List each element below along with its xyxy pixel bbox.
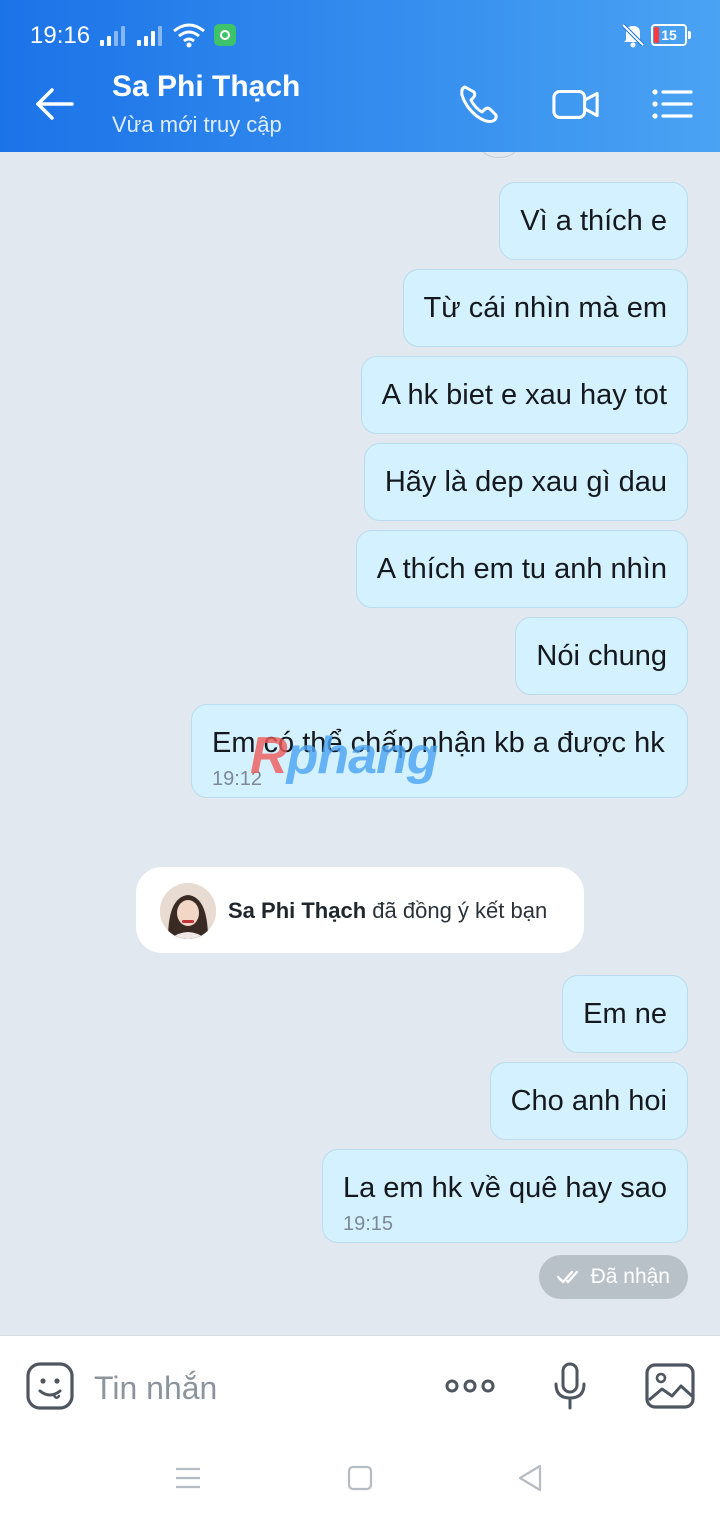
back-arrow-icon[interactable] <box>28 80 80 128</box>
message-bubble[interactable]: Hãy là dep xau gì dau <box>363 443 688 521</box>
scroll-indicator <box>480 152 518 158</box>
message-bubble[interactable]: A hk biet e xau hay tot <box>360 356 688 434</box>
message-text: Nói chung <box>536 640 667 672</box>
message-text: A thích em tu anh nhìn <box>376 553 667 585</box>
message-text: Từ cái nhìn mà em <box>423 292 667 324</box>
notice-text: Sa Phi Thạch đã đồng ý kết bạn <box>228 898 547 924</box>
delivery-status-text: Đã nhận <box>590 1265 670 1288</box>
watermark-logo: Rphang <box>250 727 439 785</box>
status-bar: 19:16 15 <box>0 0 720 56</box>
back-icon[interactable] <box>514 1463 546 1493</box>
image-gallery-icon[interactable] <box>644 1362 696 1410</box>
system-nav-bar <box>0 1435 720 1520</box>
avatar[interactable] <box>160 883 216 939</box>
bell-muted-icon <box>621 23 645 48</box>
chat-header: Sa Phi Thạch Vừa mới truy cập <box>0 56 720 152</box>
video-call-icon[interactable] <box>552 82 600 126</box>
message-list[interactable]: Vì a thích e Từ cái nhìn mà em A hk biet… <box>0 152 720 1335</box>
microphone-icon[interactable] <box>544 1362 596 1410</box>
recent-apps-icon[interactable] <box>172 1463 204 1493</box>
battery-icon: 15 <box>651 24 691 46</box>
message-text: La em hk về quê hay sao <box>342 1172 667 1204</box>
message-bubble[interactable]: Nói chung <box>515 617 688 695</box>
message-bubble[interactable]: A thích em tu anh nhìn <box>355 530 688 608</box>
more-dots-icon[interactable] <box>444 1362 496 1410</box>
message-composer <box>0 1335 720 1435</box>
message-text: A hk biet e xau hay tot <box>381 379 667 411</box>
wifi-icon <box>173 23 205 48</box>
delivery-status-badge: Đã nhận <box>538 1255 688 1299</box>
friend-accepted-notice: Sa Phi Thạch đã đồng ý kết bạn <box>136 867 584 953</box>
emoji-icon[interactable] <box>26 1362 74 1410</box>
message-bubble[interactable]: Cho anh hoi <box>489 1062 688 1140</box>
message-text: Em ne <box>583 998 667 1030</box>
menu-list-icon[interactable] <box>648 82 696 126</box>
contact-name[interactable]: Sa Phi Thạch <box>112 70 300 104</box>
status-time: 19:16 <box>30 22 91 49</box>
notice-name: Sa Phi Thạch <box>228 898 367 923</box>
message-text: Vì a thích e <box>520 205 667 237</box>
home-icon[interactable] <box>344 1463 376 1493</box>
signal-icon-2 <box>137 24 162 46</box>
app-notification-icon <box>214 24 236 46</box>
phone-call-icon[interactable] <box>456 82 504 126</box>
message-bubble[interactable]: Từ cái nhìn mà em <box>402 269 688 347</box>
double-check-icon <box>556 1270 578 1284</box>
message-timestamp: 19:15 <box>342 1213 394 1235</box>
message-bubble[interactable]: La em hk về quê hay sao 19:15 <box>321 1149 688 1243</box>
message-input[interactable] <box>92 1362 416 1414</box>
message-bubble[interactable]: Vì a thích e <box>499 182 688 260</box>
notice-message: đã đồng ý kết bạn <box>372 898 548 923</box>
last-seen-status: Vừa mới truy cập <box>112 112 282 137</box>
message-text: Hãy là dep xau gì dau <box>384 466 667 498</box>
message-text: Cho anh hoi <box>510 1085 667 1117</box>
message-bubble[interactable]: Em ne <box>562 975 688 1053</box>
signal-icon <box>100 24 125 46</box>
